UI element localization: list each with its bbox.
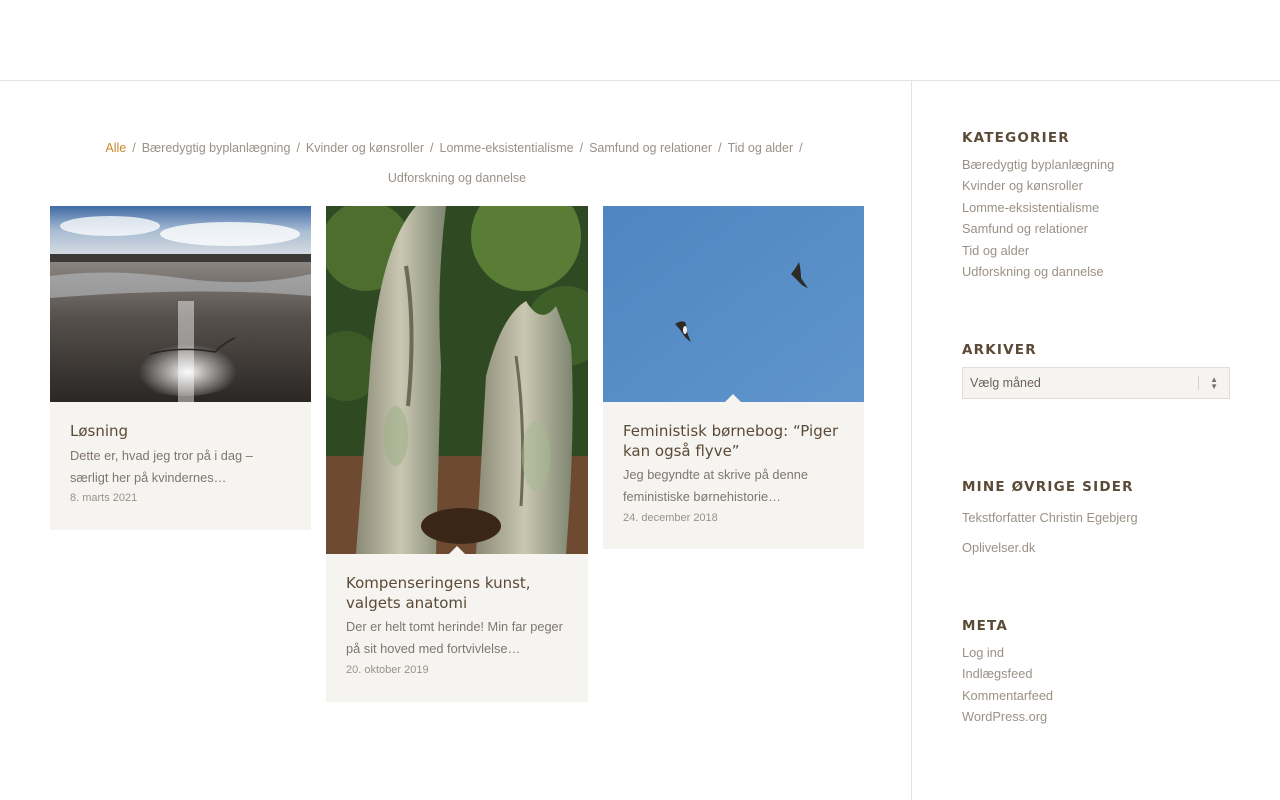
meta-link-login[interactable]: Log ind: [962, 642, 1053, 663]
site-header: [0, 0, 1280, 81]
post-title[interactable]: Løsning: [70, 422, 291, 442]
categories-widget-title: KATEGORIER: [962, 130, 1070, 146]
filter-baeredygtig-byplanlaegning[interactable]: Bæredygtig byplanlægning: [142, 141, 291, 155]
post-date: 24. december 2018: [623, 512, 718, 524]
meta-link-wordpress[interactable]: WordPress.org: [962, 706, 1053, 727]
filter-separator: /: [430, 141, 434, 155]
other-sites-list: Tekstforfatter Christin Egebjerg Oplivel…: [962, 503, 1138, 563]
filter-kvinder-og-koensroller[interactable]: Kvinder og kønsroller: [306, 141, 424, 155]
category-link[interactable]: Udforskning og dannelse: [962, 261, 1114, 282]
post-card: Feministisk børnebog: “Piger kan også fl…: [603, 206, 864, 549]
card-notch: [449, 546, 465, 554]
meta-widget-title: META: [962, 618, 1009, 634]
other-sites-widget-title: MINE ØVRIGE SIDER: [962, 479, 1134, 495]
select-divider: [1198, 376, 1199, 390]
post-title[interactable]: Feministisk børnebog: “Piger kan også fl…: [623, 422, 844, 461]
archive-select-value: Vælg måned: [970, 376, 1041, 390]
post-card: Kompenseringens kunst, valgets anatomi D…: [326, 206, 588, 702]
meta-link-entries-feed[interactable]: Indlægsfeed: [962, 663, 1053, 684]
category-link[interactable]: Lomme-eksistentialisme: [962, 197, 1114, 218]
post-card: Løsning Dette er, hvad jeg tror på i dag…: [50, 206, 311, 530]
category-filter: Alle / Bæredygtig byplanlægning / Kvinder og…: [50, 133, 864, 193]
category-link[interactable]: Tid og alder: [962, 240, 1114, 261]
other-site-link[interactable]: Tekstforfatter Christin Egebjerg: [962, 503, 1138, 533]
select-arrows-icon: ▲ ▼: [1210, 375, 1218, 391]
category-link[interactable]: Samfund og relationer: [962, 218, 1114, 239]
categories-list: Bæredygtig byplanlægning Kvinder og køns…: [962, 154, 1114, 282]
post-thumbnail-tree[interactable]: [326, 206, 588, 554]
meta-list: Log ind Indlægsfeed Kommentarfeed WordPr…: [962, 642, 1053, 728]
archives-widget-title: ARKIVER: [962, 342, 1037, 358]
card-notch: [725, 394, 741, 402]
post-excerpt: Dette er, hvad jeg tror på i dag – særli…: [70, 448, 253, 485]
meta-link-comments-feed[interactable]: Kommentarfeed: [962, 685, 1053, 706]
post-date: 8. marts 2021: [70, 492, 138, 504]
filter-separator: /: [799, 141, 803, 155]
filter-separator: /: [296, 141, 300, 155]
filter-all[interactable]: Alle: [105, 141, 126, 155]
archive-month-select[interactable]: Vælg måned ▲ ▼: [962, 367, 1230, 399]
sidebar-divider: [911, 81, 912, 800]
filter-separator: /: [132, 141, 136, 155]
post-thumbnail-beach[interactable]: [50, 206, 311, 402]
post-excerpt: Der er helt tomt herinde! Min far peger …: [346, 619, 563, 656]
post-thumbnail-birds[interactable]: [603, 206, 864, 402]
category-link[interactable]: Kvinder og kønsroller: [962, 175, 1114, 196]
filter-separator: /: [718, 141, 722, 155]
other-site-link[interactable]: Oplivelser.dk: [962, 533, 1138, 563]
post-excerpt: Jeg begyndte at skrive på denne feminist…: [623, 467, 808, 504]
filter-udforskning-og-dannelse[interactable]: Udforskning og dannelse: [388, 171, 526, 185]
filter-tid-og-alder[interactable]: Tid og alder: [728, 141, 794, 155]
post-date: 20. oktober 2019: [346, 664, 429, 676]
filter-samfund-og-relationer[interactable]: Samfund og relationer: [589, 141, 712, 155]
category-link[interactable]: Bæredygtig byplanlægning: [962, 154, 1114, 175]
post-title[interactable]: Kompenseringens kunst, valgets anatomi: [346, 574, 568, 613]
filter-lomme-eksistentialisme[interactable]: Lomme-eksistentialisme: [440, 141, 574, 155]
filter-separator: /: [579, 141, 584, 155]
